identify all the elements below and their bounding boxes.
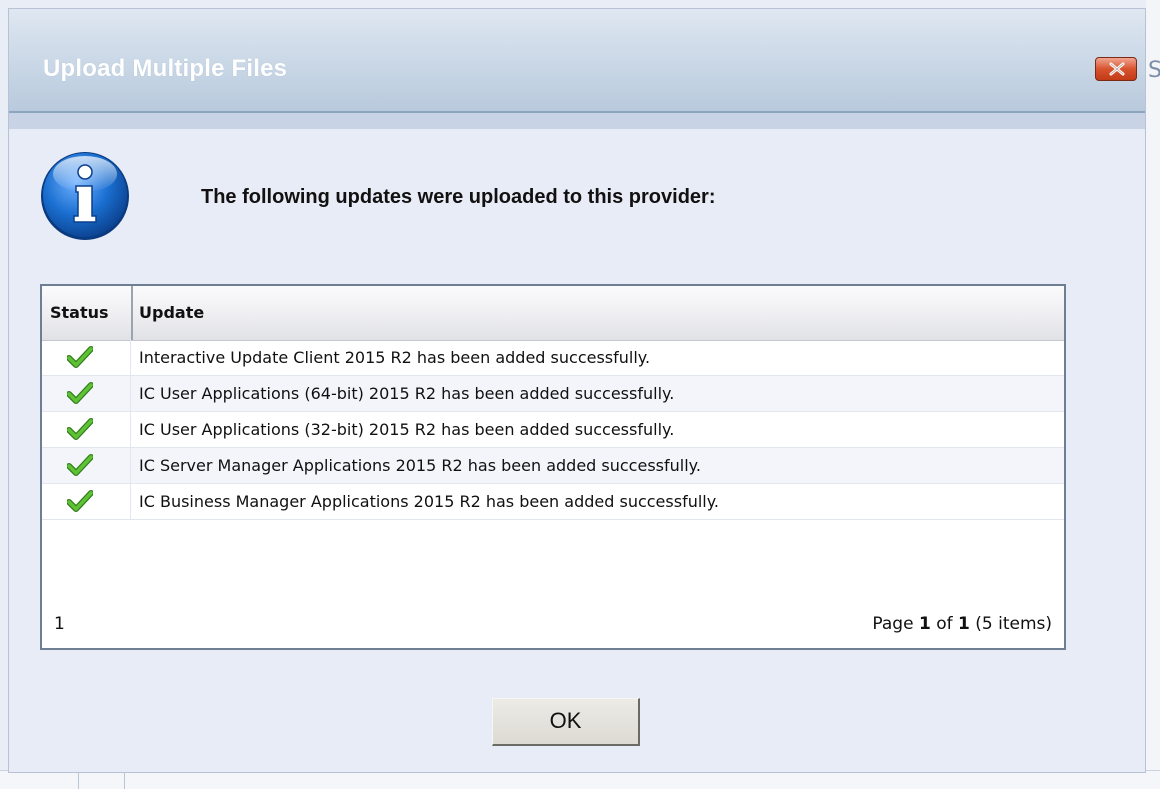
update-cell: IC Server Manager Applications 2015 R2 h… xyxy=(139,456,701,475)
table-row[interactable]: IC Business Manager Applications 2015 R2… xyxy=(42,484,1064,520)
table-row[interactable]: IC User Applications (64-bit) 2015 R2 ha… xyxy=(42,376,1064,412)
close-button[interactable] xyxy=(1095,57,1137,81)
pager-current-page: 1 xyxy=(918,614,931,634)
grid-header: Status Update xyxy=(42,286,1064,341)
table-row[interactable]: IC Server Manager Applications 2015 R2 h… xyxy=(42,448,1064,484)
info-icon xyxy=(41,152,129,240)
pager-total-pages: 1 xyxy=(958,614,970,634)
updates-grid: Status Update Interactive Update Client … xyxy=(40,284,1066,650)
column-header-update[interactable]: Update xyxy=(139,286,204,340)
ok-button[interactable]: OK xyxy=(492,698,640,746)
status-cell xyxy=(42,484,131,519)
column-header-status[interactable]: Status xyxy=(42,286,131,340)
pager-summary: Page 1 of 1 (5 items) xyxy=(872,614,1052,634)
titlebar-band xyxy=(9,113,1145,129)
dialog-message: The following updates were uploaded to t… xyxy=(201,186,716,208)
pager-page-link[interactable]: 1 xyxy=(54,614,65,634)
status-cell xyxy=(42,412,131,447)
update-cell: IC User Applications (32-bit) 2015 R2 ha… xyxy=(139,420,675,439)
status-cell xyxy=(42,340,131,375)
update-cell: Interactive Update Client 2015 R2 has be… xyxy=(139,348,651,367)
update-cell: IC User Applications (64-bit) 2015 R2 ha… xyxy=(139,384,675,403)
pager-of-word: of xyxy=(936,614,953,634)
pager-items-count: (5 items) xyxy=(975,614,1052,634)
close-icon xyxy=(1109,62,1125,76)
checkmark-icon xyxy=(67,382,93,404)
checkmark-icon xyxy=(67,490,93,512)
checkmark-icon xyxy=(67,418,93,440)
dialog-title: Upload Multiple Files xyxy=(43,55,288,82)
checkmark-icon xyxy=(67,346,93,368)
table-row[interactable]: Interactive Update Client 2015 R2 has be… xyxy=(42,340,1064,376)
grid-rows: Interactive Update Client 2015 R2 has be… xyxy=(42,340,1064,520)
status-cell xyxy=(42,448,131,483)
status-cell xyxy=(42,376,131,411)
dialog-titlebar: Upload Multiple Files xyxy=(9,9,1145,113)
background-glyph: S xyxy=(1148,58,1160,83)
update-cell: IC Business Manager Applications 2015 R2… xyxy=(139,492,720,511)
table-row[interactable]: IC User Applications (32-bit) 2015 R2 ha… xyxy=(42,412,1064,448)
column-divider[interactable] xyxy=(131,286,133,340)
pager-page-word: Page xyxy=(872,614,914,634)
background-app-strip xyxy=(1146,0,1160,788)
checkmark-icon xyxy=(67,454,93,476)
